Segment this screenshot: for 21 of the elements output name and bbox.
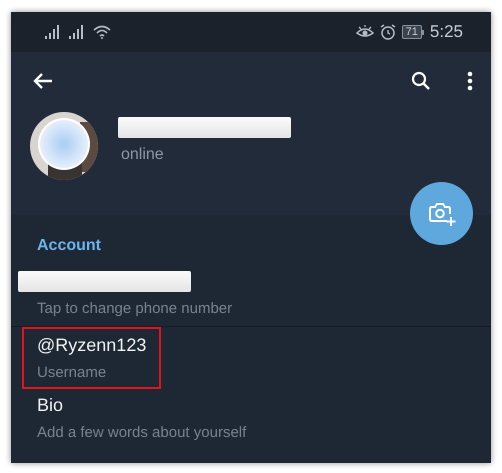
alarm-icon (380, 24, 396, 40)
item-subtitle: Username (37, 364, 108, 381)
section-heading: Account (36, 236, 102, 256)
menu-icon[interactable] (467, 71, 473, 91)
item-subtitle: Add a few words about yourself (37, 424, 248, 441)
item-subtitle: Tap to change phone number (37, 300, 234, 317)
camera-add-icon (428, 200, 456, 226)
item-title: @Ryzenn123 (37, 335, 146, 356)
settings-item[interactable]: Bio Add a few words about yourself (11, 389, 491, 450)
highlight-frame[interactable]: @Ryzenn123 Username (22, 327, 161, 389)
back-arrow-icon[interactable] (33, 72, 53, 90)
wifi-icon (93, 25, 111, 39)
status-text: online (121, 146, 165, 164)
battery-icon: 71 (402, 25, 424, 39)
signal-icon (69, 25, 85, 39)
eye-icon (356, 25, 374, 39)
signal-icon (45, 25, 61, 39)
item-title: Bio (37, 395, 64, 416)
search-icon[interactable] (411, 71, 431, 91)
settings-item[interactable]: Tap to change phone number (11, 261, 491, 327)
clock-time: 5:25 (430, 22, 463, 42)
